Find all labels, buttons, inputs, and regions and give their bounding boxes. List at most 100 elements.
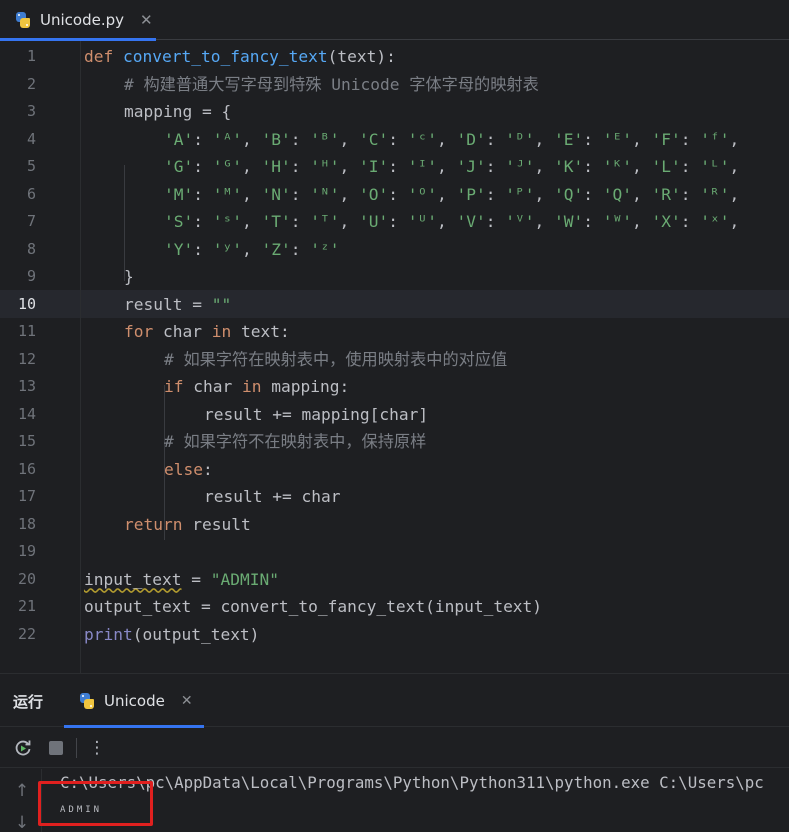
mapping-value: 'ᴷ': [602, 157, 632, 176]
mapping-key: 'U': [359, 212, 389, 231]
code-line-5: 'G': 'ᴳ', 'H': 'ᴴ', 'I': 'ᴵ', 'J': 'ᴶ', …: [164, 157, 740, 176]
mapping-value: 'ᴼ': [407, 184, 437, 204]
mapping-key: 'X': [651, 212, 681, 231]
code-line-10: result = "": [124, 291, 231, 319]
mapping-key: 'R': [651, 184, 681, 204]
mapping-key: 'T': [261, 212, 291, 231]
line-number: 18: [17, 514, 36, 533]
console-gutter: ↑ ↓: [0, 769, 42, 832]
mapping-key: 'P': [456, 184, 486, 204]
line-number: 9: [26, 267, 36, 285]
mapping-key: 'A': [164, 129, 194, 149]
run-tab-unicode[interactable]: Unicode ✕: [64, 674, 204, 728]
run-tool-window-header: 运行 Unicode ✕: [0, 673, 789, 728]
run-tab-title: Unicode: [104, 692, 165, 710]
mapping-value: 'ᴬ': [212, 129, 242, 149]
code-text: result =: [124, 294, 212, 314]
mapping-key: 'K': [554, 157, 584, 176]
toolbar-separator: [76, 738, 77, 758]
close-icon[interactable]: ✕: [181, 693, 193, 709]
mapping-key: 'J': [456, 157, 486, 176]
keyword: in: [211, 322, 232, 341]
builtin-function: print: [84, 624, 133, 644]
close-icon[interactable]: ✕: [140, 11, 153, 29]
mapping-key: 'L': [651, 157, 681, 176]
line-number: 8: [26, 239, 36, 258]
line-number: 4: [26, 129, 36, 148]
code-text: mapping:: [261, 377, 350, 396]
rerun-icon[interactable]: [11, 736, 35, 760]
line-number: 12: [17, 349, 36, 368]
mapping-value: 'ᴱ': [602, 129, 632, 149]
console-command-line: C:\Users\pc\AppData\Local\Programs\Pytho…: [60, 773, 764, 792]
line-number: 6: [26, 184, 36, 203]
mapping-value: 'ᵂ': [602, 212, 632, 231]
mapping-key: 'H': [261, 157, 291, 176]
mapping-value: 'ᴵ': [407, 157, 437, 176]
mapping-key: 'V': [456, 212, 486, 231]
editor-tab-unicode-py[interactable]: Unicode.py ✕: [0, 0, 160, 41]
keyword: return: [124, 514, 183, 534]
more-options-icon[interactable]: ⋮: [85, 736, 109, 760]
mapping-value: 'ᴴ': [310, 157, 340, 176]
mapping-key: 'E': [554, 129, 584, 149]
code-text: (output_text): [132, 624, 260, 644]
code-line-4: 'A': 'ᴬ', 'B': 'ᴮ', 'C': 'ᶜ', 'D': 'ᴰ', …: [164, 129, 740, 149]
mapping-key: 'S': [164, 212, 194, 231]
line-number: 7: [26, 212, 36, 230]
run-toolbar: ⋮: [0, 728, 789, 768]
code-line-9: }: [124, 267, 134, 286]
line-number: 19: [17, 542, 36, 560]
code-editor[interactable]: 1 2 3 4 5 6 7 8 9 10 11 12 13 14 15 16 17 18 19 20 21 22 def …: [0, 41, 789, 673]
code-line-1: def convert_to_fancy_text(text):: [84, 43, 396, 71]
mapping-key: 'Q': [554, 184, 584, 204]
code-text: (text):: [327, 47, 396, 66]
line-number: 10: [17, 294, 36, 313]
line-number: 3: [26, 102, 36, 120]
scroll-down-arrow-icon[interactable]: ↓: [13, 813, 31, 832]
mapping-value: 'ᶠ': [700, 129, 730, 149]
mapping-value: 'ᵁ': [407, 212, 437, 231]
keyword: if: [164, 377, 184, 396]
code-line-21: output_text = convert_to_fancy_text(inpu…: [84, 597, 543, 616]
code-line-20: input_text = "ADMIN": [84, 566, 279, 594]
code-line-2: # 构建普通大写字母到特殊 Unicode 字体字母的映射表: [124, 74, 539, 94]
mapping-value: 'ᴮ': [310, 129, 340, 149]
code-line-16: else:: [164, 456, 213, 484]
keyword: def: [84, 47, 114, 66]
code-text: =: [181, 569, 211, 589]
mapping-value: 'ˢ': [212, 212, 242, 231]
mapping-value: 'ˣ': [700, 212, 730, 231]
line-number: 14: [17, 404, 36, 423]
code-text: char: [183, 377, 242, 396]
variable-with-warning[interactable]: input_text: [84, 570, 181, 589]
mapping-value: 'ⱽ': [505, 212, 535, 231]
function-name: convert_to_fancy_text: [123, 47, 328, 66]
mapping-value: 'ᴾ': [505, 184, 535, 204]
code-text: text:: [231, 322, 290, 341]
editor-tab-bar: Unicode.py ✕: [0, 0, 789, 41]
string-literal: "ADMIN": [210, 569, 279, 589]
mapping-key: 'Z': [261, 239, 291, 259]
code-line-15: # 如果字符不在映射表中，保持原样: [164, 432, 427, 451]
mapping-key: 'B': [261, 129, 291, 149]
python-icon: [78, 692, 96, 710]
mapping-key: 'I': [359, 157, 389, 176]
mapping-key: 'Y': [164, 239, 194, 259]
code-line-11: for char in text:: [124, 318, 290, 346]
current-line-highlight: [0, 290, 789, 318]
scroll-up-arrow-icon[interactable]: ↑: [13, 781, 31, 801]
code-line-18: return result: [124, 511, 251, 539]
code-text: :: [202, 459, 213, 479]
code-line-17: result += char: [204, 487, 341, 506]
mapping-value: 'ᴺ': [310, 184, 340, 204]
mapping-value: 'ᴹ': [212, 184, 242, 204]
line-number: 21: [17, 597, 36, 615]
mapping-key: 'N': [261, 184, 291, 204]
mapping-value: 'ᴿ': [700, 184, 730, 204]
editor-tab-title: Unicode.py: [40, 11, 124, 29]
code-line-12: # 如果字符在映射表中，使用映射表中的对应值: [164, 349, 508, 369]
stop-icon[interactable]: [44, 736, 68, 760]
highlight-box-annotation: [38, 781, 153, 826]
mapping-key: 'W': [554, 212, 584, 231]
